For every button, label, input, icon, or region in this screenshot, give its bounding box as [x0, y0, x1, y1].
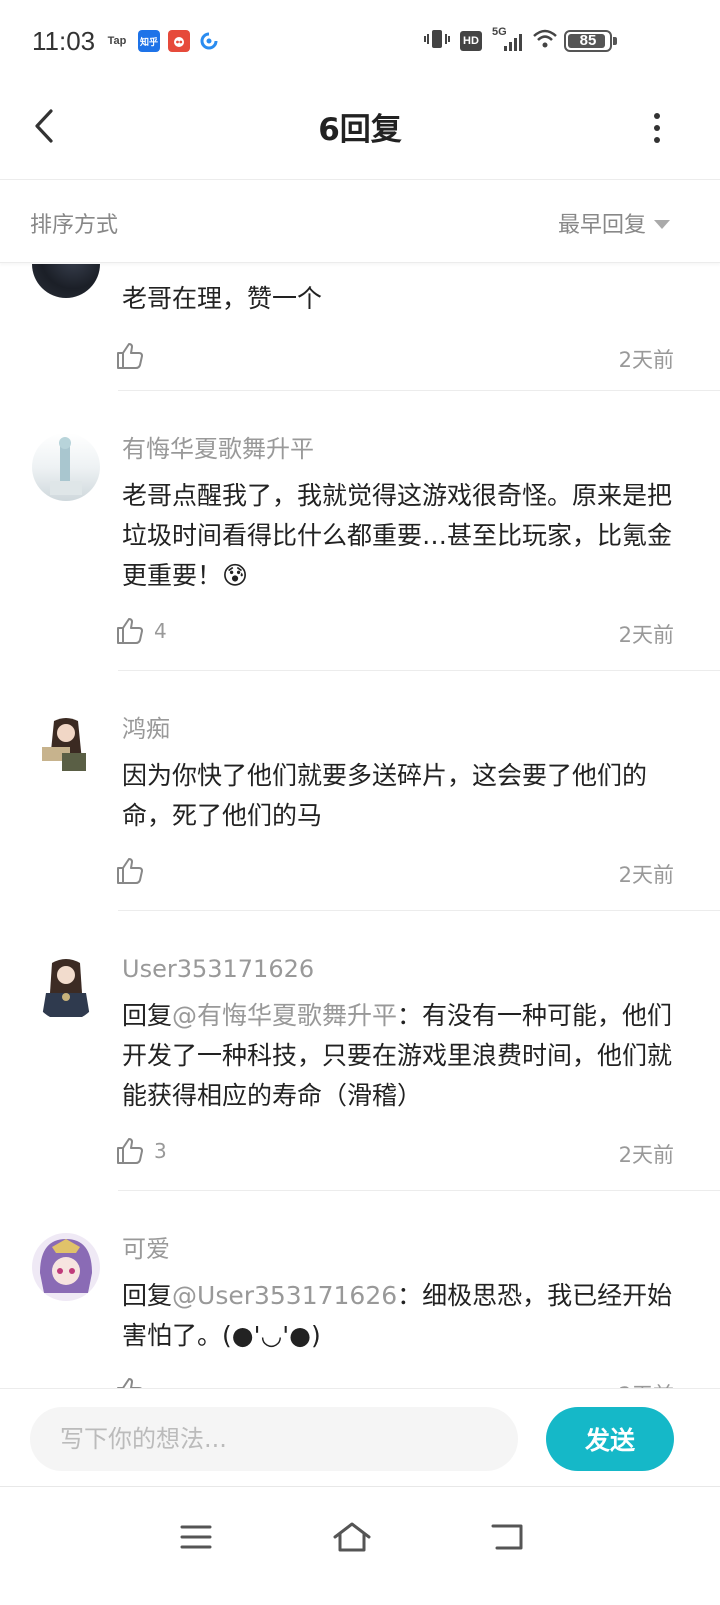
send-button[interactable]: 发送 [546, 1407, 674, 1471]
vibrate-icon [424, 28, 450, 54]
home-nav-button[interactable] [322, 1507, 382, 1567]
reply-item: 鸿痴 因为你快了他们就要多送碎片，这会要了他们的命，死了他们的马 2天前 [0, 671, 720, 911]
anxious-face-emoji: 😰 [222, 561, 249, 590]
avatar[interactable] [32, 1233, 100, 1301]
reply-text: 回复@有悔华夏歌舞升平：有没有一种可能，他们开发了一种科技，只要在游戏里浪费时间… [122, 996, 690, 1116]
more-dot-icon [654, 113, 660, 119]
thumbs-up-icon [117, 858, 143, 884]
reply-text: 老哥点醒我了，我就觉得这游戏很奇怪。原来是把垃圾时间看得比什么都重要…甚至比玩家… [122, 476, 690, 596]
reply-item: 可爱 回复@User353171626：细极思恐，我已经开始害怕了。(●'◡'●… [0, 1191, 720, 1388]
mention-link[interactable]: @有悔华夏歌舞升平 [172, 1001, 397, 1030]
more-dot-icon [654, 125, 660, 131]
like-button[interactable] [114, 340, 154, 372]
like-count: 3 [154, 1139, 167, 1163]
reply-prefix: 回复 [122, 1281, 173, 1310]
more-options-button[interactable] [642, 106, 672, 150]
sort-order-dropdown[interactable]: 最早回复 [558, 207, 670, 239]
status-time: 11:03 [32, 26, 96, 56]
sort-selected-value: 最早回复 [557, 213, 646, 238]
reply-prefix: 回复 [122, 1001, 173, 1030]
reply-username[interactable]: 鸿痴 [122, 712, 690, 746]
mention-link[interactable]: @User353171626 [172, 1281, 397, 1310]
reply-time: 2天前 [618, 863, 674, 887]
reply-text-content: 老哥点醒我了，我就觉得这游戏很奇怪。原来是把垃圾时间看得比什么都重要…甚至比玩家… [122, 481, 673, 590]
back-nav-icon [491, 1524, 523, 1550]
reply-text: 回复@User353171626：细极思恐，我已经开始害怕了。(●'◡'●) [122, 1276, 690, 1356]
wifi-icon [532, 28, 558, 54]
like-count: 4 [154, 619, 167, 643]
reply-time: 2天前 [618, 348, 674, 372]
reply-time: 2天前 [618, 623, 674, 647]
page-title: 6回复 [318, 112, 402, 148]
compose-bar: 写下你的想法... 发送 [0, 1388, 720, 1486]
reply-input[interactable]: 写下你的想法... [30, 1407, 518, 1471]
menu-nav-button[interactable] [166, 1507, 226, 1567]
like-button[interactable]: 3 [114, 1135, 167, 1167]
header: 6回复 [0, 84, 720, 180]
reply-time: 2天前 [619, 1379, 674, 1388]
avatar[interactable] [32, 713, 100, 781]
zhihu-app-icon: 知乎 [138, 30, 160, 52]
battery-cap [613, 37, 617, 45]
tap-app-icon: Tap [107, 35, 127, 47]
menu-icon [180, 1525, 212, 1549]
reply-list[interactable]: 老哥在理，赞一个 2天前 有悔华夏歌舞升平 老哥点醒我了，我就觉得这游戏很奇怪。… [0, 264, 720, 1388]
home-icon [333, 1522, 371, 1552]
thumbs-up-icon [117, 1138, 143, 1164]
weibo-app-icon [168, 30, 190, 52]
battery-icon: 85 [564, 30, 612, 52]
reply-username[interactable]: User353171626 [122, 952, 690, 986]
like-button[interactable] [114, 1375, 154, 1388]
avatar[interactable] [32, 953, 100, 1021]
reply-text: 因为你快了他们就要多送碎片，这会要了他们的命，死了他们的马 [122, 761, 648, 830]
reply-time: 2天前 [618, 1143, 674, 1167]
caret-down-icon [654, 219, 670, 229]
reply-username[interactable]: 有悔华夏歌舞升平 [122, 432, 690, 466]
reply-item: 有悔华夏歌舞升平 老哥点醒我了，我就觉得这游戏很奇怪。原来是把垃圾时间看得比什么… [0, 391, 720, 671]
thumbs-up-icon [117, 1378, 142, 1388]
more-dot-icon [654, 137, 660, 143]
sort-label: 排序方式 [30, 213, 119, 238]
browser-app-icon [198, 30, 220, 52]
avatar[interactable] [32, 264, 100, 298]
like-button[interactable] [114, 855, 154, 887]
thumbs-up-icon [117, 343, 143, 369]
status-bar: 11:03 Tap 知乎 HD 5G 85 [0, 0, 720, 84]
signal-icon: 5G [492, 26, 522, 52]
status-app-icons: Tap 知乎 [104, 30, 220, 52]
avatar[interactable] [32, 433, 100, 501]
thumbs-up-icon [117, 618, 143, 644]
system-nav-bar [0, 1486, 720, 1605]
like-button[interactable]: 4 [114, 615, 167, 647]
sort-bar: 排序方式 最早回复 [0, 181, 720, 263]
battery-level: 85 [579, 32, 597, 49]
reply-item: 老哥在理，赞一个 2天前 [0, 264, 720, 392]
status-indicators: HD 5G [424, 26, 558, 54]
reply-text: 老哥在理，赞一个 [122, 284, 323, 313]
back-nav-button[interactable] [478, 1507, 538, 1567]
reply-username[interactable]: 可爱 [122, 1232, 690, 1266]
hd-icon: HD [460, 31, 482, 51]
reply-item: User353171626 回复@有悔华夏歌舞升平：有没有一种可能，他们开发了一… [0, 911, 720, 1191]
